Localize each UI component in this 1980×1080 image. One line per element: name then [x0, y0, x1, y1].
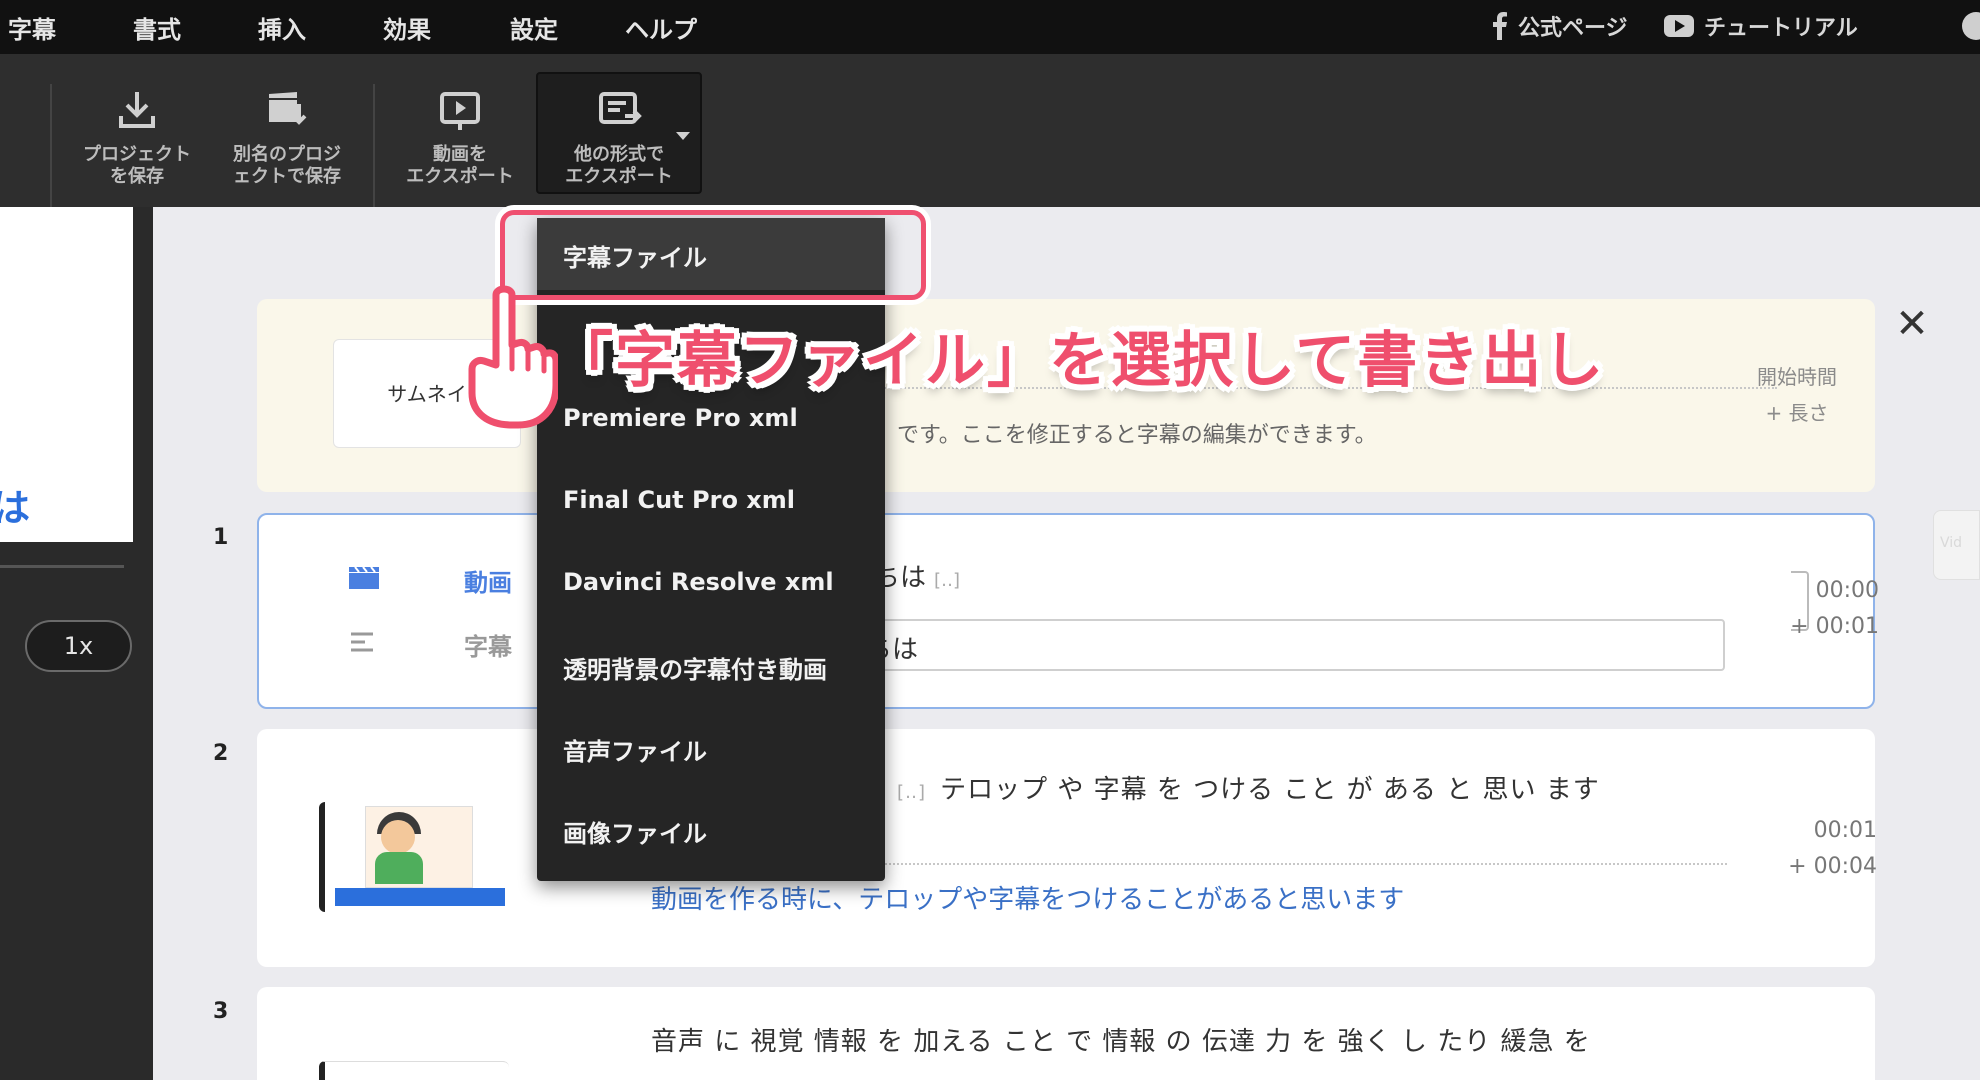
speech-text: [‥] テロップ や 字幕 を つける こと が ある と 思い ます [897, 769, 1600, 806]
subtitle-row[interactable]: [‥] テロップ や 字幕 を つける こと が ある と 思い ます 動画を作る… [257, 729, 1877, 967]
playback-speed-button[interactable]: 1x [25, 620, 132, 672]
side-panel-tab[interactable]: Vid [1933, 510, 1980, 580]
save-as-label: 別名のプロジ ェクトで保存 [233, 144, 341, 187]
duration[interactable]: + 00:04 [1757, 849, 1877, 885]
preview-panel: は 1x [0, 207, 153, 1080]
tutorial-link[interactable]: チュートリアル [1664, 10, 1858, 42]
save-as-button[interactable]: 別名のプロジ ェクトで保存 [212, 86, 362, 188]
subtitle-label: 字幕 [464, 633, 512, 661]
subtitle-text[interactable]: 動画を作る時に、テロップや字幕をつけることがあると思います [651, 879, 1404, 916]
row-number: 3 [213, 999, 229, 1024]
menu-subtitle[interactable]: 字幕 [8, 10, 56, 45]
chevron-down-icon[interactable] [676, 132, 690, 140]
video-preview[interactable]: は [0, 207, 133, 542]
save-project-label: プロジェクト を保存 [83, 144, 191, 187]
export-video-icon [440, 92, 480, 130]
menu-effect[interactable]: 効果 [383, 10, 431, 45]
start-time[interactable]: 00:01 [1757, 813, 1877, 849]
video-thumbnail[interactable] [319, 1061, 509, 1080]
menu-bar: 字幕 書式 挿入 効果 設定 ヘルプ 公式ページ チュートリアル [0, 0, 1980, 54]
youtube-icon [1664, 15, 1694, 37]
facebook-icon [1493, 12, 1507, 40]
menu-help[interactable]: ヘルプ [625, 10, 697, 45]
thumbnail-caption-bar [335, 888, 505, 906]
highlight-box [500, 210, 926, 300]
thumbnail-figure-face [381, 820, 415, 854]
menu-item-transparent-video[interactable]: 透明背景の字幕付き動画 [563, 650, 827, 685]
subtitle-row[interactable]: 音声 に 視覚 情報 を 加える こと で 情報 の 伝達 力 を 強く し た… [257, 987, 1875, 1080]
toolbar-divider [50, 84, 52, 224]
official-page-label: 公式ページ [1518, 16, 1628, 41]
export-file-icon [599, 92, 642, 124]
seek-bar[interactable] [0, 565, 124, 568]
start-time[interactable]: 00:00 [1759, 573, 1879, 609]
video-thumbnail[interactable] [319, 802, 509, 912]
speech-text: 音声 に 視覚 情報 を 加える こと で 情報 の 伝達 力 を 強く し た… [651, 1027, 1591, 1057]
speech-gap-marker: [‥] [897, 782, 927, 803]
menu-item-audio-file[interactable]: 音声ファイル [563, 732, 707, 767]
start-time-label: 開始時間 [1757, 365, 1837, 389]
instruction-annotation: 「字幕ファイル」を選択して書き出し [553, 326, 1606, 396]
speech-text: ちは [‥] [874, 557, 960, 594]
edit-hint-text: です。ここを修正すると字幕の編集ができます。 [897, 423, 1377, 448]
menu-settings[interactable]: 設定 [510, 10, 558, 45]
row-number: 1 [213, 525, 229, 550]
clapper-icon [349, 567, 379, 589]
toolbar-divider [373, 84, 375, 224]
menu-insert[interactable]: 挿入 [258, 10, 306, 45]
export-other-format-button[interactable]: 他の形式で エクスポート [536, 72, 702, 194]
export-video-label: 動画を エクスポート [406, 144, 514, 187]
time-column-header: 開始時間 + 長さ [1727, 359, 1867, 431]
menu-item-davinci-xml[interactable]: Davinci Resolve xml [563, 568, 834, 596]
download-icon [119, 92, 155, 128]
menu-format[interactable]: 書式 [133, 10, 181, 45]
subtitle-text-input[interactable]: ちは [819, 619, 1725, 671]
length-label: + 長さ [1765, 401, 1829, 425]
duration[interactable]: + 00:01 [1759, 609, 1879, 645]
close-icon[interactable]: ✕ [1888, 300, 1936, 348]
subtitle-row[interactable]: 動画 字幕 ちは [‥] ちは 00:00 + 00:01 [257, 513, 1879, 709]
official-page-link[interactable]: 公式ページ [1490, 10, 1628, 42]
export-video-button[interactable]: 動画を エクスポート [385, 86, 535, 188]
speech-gap-marker: [‥] [934, 570, 961, 591]
export-other-format-label: 他の形式で エクスポート [565, 144, 673, 187]
save-project-button[interactable]: プロジェクト を保存 [62, 86, 212, 188]
speech-words: テロップ や 字幕 を つける こと が ある と 思い ます [940, 775, 1600, 805]
text-lines-icon [351, 632, 373, 652]
clapper-save-icon [269, 92, 307, 125]
preview-subtitle-text: は [0, 486, 31, 530]
toolbar: プロジェクト を保存 別名のプロジ ェクトで保存 動画を エクスポート 他の形式… [0, 54, 1980, 224]
pointing-hand-icon [468, 285, 558, 429]
account-icon[interactable] [1962, 12, 1980, 40]
row-number: 2 [213, 741, 229, 766]
menu-item-premiere-xml[interactable]: Premiere Pro xml [563, 404, 798, 432]
menu-item-finalcut-xml[interactable]: Final Cut Pro xml [563, 486, 795, 514]
tutorial-label: チュートリアル [1704, 16, 1858, 41]
video-label: 動画 [464, 569, 512, 597]
menu-item-image-file[interactable]: 画像ファイル [563, 814, 707, 849]
thumbnail-figure-body [375, 852, 423, 884]
